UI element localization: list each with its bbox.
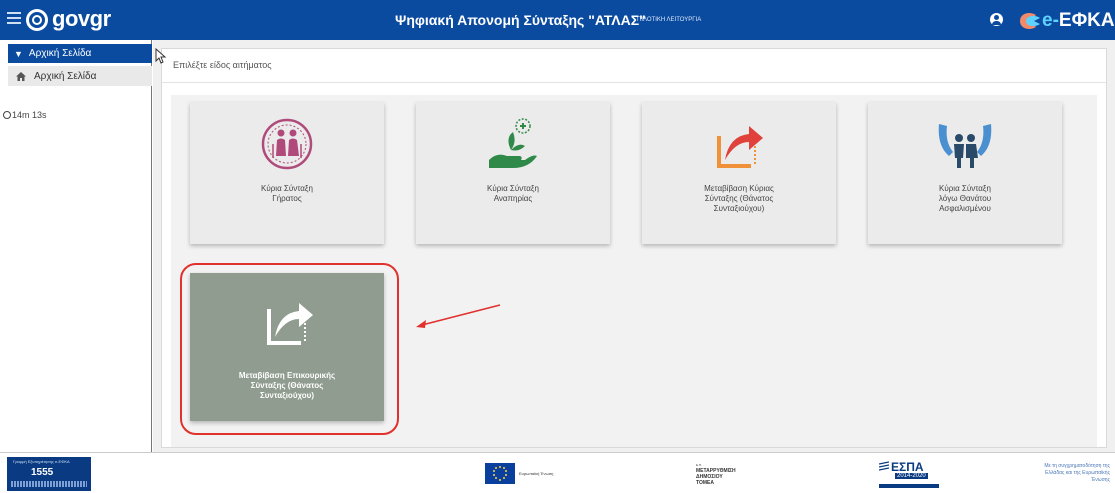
sidebar-section-home[interactable]: ▼ Αρχική Σελίδα bbox=[8, 44, 152, 63]
eu-flag-icon bbox=[485, 463, 515, 484]
footer: Γραμμή Εξυπηρέτησης e-ΕΦΚΑ 1555 Ευρωπαϊκ… bbox=[0, 452, 1115, 493]
espa-years: 2014-2020 bbox=[895, 473, 928, 479]
session-timer: 14m 13s bbox=[3, 110, 47, 120]
efka-mark-icon bbox=[1020, 13, 1040, 29]
efka-name: ΕΦΚΑ bbox=[1058, 10, 1115, 31]
reform-line4: ΤΟΜΕΑ bbox=[696, 480, 714, 486]
sidebar-section-label: Αρχική Σελίδα bbox=[28, 48, 92, 59]
mouse-cursor-icon bbox=[155, 48, 167, 64]
espa-lines-icon bbox=[879, 461, 889, 471]
card-disability-pension[interactable]: Κύρια Σύνταξη Αναπηρίας bbox=[416, 102, 610, 244]
card-label: Κύρια Σύνταξη Γήρατος bbox=[261, 184, 313, 203]
efka-logo: e-ΕΦΚΑ bbox=[1018, 8, 1115, 34]
home-icon bbox=[16, 71, 26, 81]
govgr-logo[interactable]: govgr bbox=[52, 6, 111, 32]
reform-logo: Ε.Π. ΜΕΤΑΡΡΥΘΜΙΣΗ ΔΗΜΟΣΙΟΥ ΤΟΜΕΑ bbox=[696, 462, 736, 486]
menu-icon[interactable] bbox=[7, 12, 21, 26]
helpline-banner: Γραμμή Εξυπηρέτησης e-ΕΦΚΑ 1555 bbox=[7, 457, 91, 491]
card-main-pension-transfer[interactable]: Μεταβίβαση Κύριας Σύνταξης (Θάνατος Συντ… bbox=[642, 102, 836, 244]
helpline-caption: Γραμμή Εξυπηρέτησης e-ΕΦΚΑ bbox=[13, 459, 70, 464]
espa-bar bbox=[879, 484, 939, 488]
card-label: Κύρια Σύνταξη λόγω Θανάτου Ασφαλισμένου bbox=[938, 184, 992, 213]
card-label: Κύρια Σύνταξη Αναπηρίας bbox=[487, 184, 539, 203]
timer-value: 14m 13s bbox=[12, 110, 47, 120]
app-title: Ψηφιακή Απονομή Σύνταξης "ΑΤΛΑΣ" bbox=[395, 12, 646, 28]
espa-word: ΕΣΠΑ bbox=[891, 460, 924, 474]
efka-prefix: e- bbox=[1042, 10, 1059, 31]
sidebar-item-label: Αρχική Σελίδα bbox=[34, 70, 97, 82]
card-old-age-pension[interactable]: Κύρια Σύνταξη Γήρατος bbox=[190, 102, 384, 244]
greek-emblem-icon bbox=[26, 9, 48, 31]
pilot-badge: ΠΙΛΟΤΙΚΗ ΛΕΙΤΟΥΡΓΙΑ bbox=[637, 17, 702, 23]
hand-plant-medical-icon bbox=[489, 118, 537, 168]
user-icon[interactable] bbox=[990, 13, 1003, 26]
card-label: Μεταβίβαση Κύριας Σύνταξης (Θάνατος Συντ… bbox=[704, 184, 774, 213]
panel-title: Επιλέξτε είδος αιτήματος bbox=[173, 60, 272, 70]
helpline-number: 1555 bbox=[31, 467, 54, 478]
helpline-strip bbox=[11, 481, 87, 487]
card-death-of-insured-pension[interactable]: Κύρια Σύνταξη λόγω Θανάτου Ασφαλισμένου bbox=[868, 102, 1062, 244]
chevron-down-icon: ▼ bbox=[14, 48, 23, 59]
sidebar: ▼ Αρχική Σελίδα Αρχική Σελίδα 14m 13s bbox=[0, 40, 152, 452]
pointer-arrow-icon bbox=[416, 304, 501, 328]
transfer-arrow-icon bbox=[717, 126, 763, 168]
cofunding-text: Με τη συγχρηματοδότηση της Ελλάδας και τ… bbox=[1044, 463, 1110, 483]
sidebar-item-home[interactable]: Αρχική Σελίδα bbox=[8, 66, 152, 86]
elderly-couple-icon bbox=[261, 118, 313, 170]
eu-text: Ευρωπαϊκή Ένωση bbox=[519, 471, 554, 476]
divider bbox=[162, 82, 1106, 83]
clock-icon bbox=[3, 111, 11, 119]
top-header: govgr Ψηφιακή Απονομή Σύνταξης "ΑΤΛΑΣ" Π… bbox=[0, 0, 1115, 40]
app-root: govgr Ψηφιακή Απονομή Σύνταξης "ΑΤΛΑΣ" Π… bbox=[0, 0, 1115, 493]
eu-logo: Ευρωπαϊκή Ένωση bbox=[485, 463, 553, 484]
children-protected-icon bbox=[938, 124, 992, 168]
espa-logo: ΕΣΠΑ 2014-2020 bbox=[879, 460, 939, 490]
highlight-outline bbox=[180, 263, 399, 435]
